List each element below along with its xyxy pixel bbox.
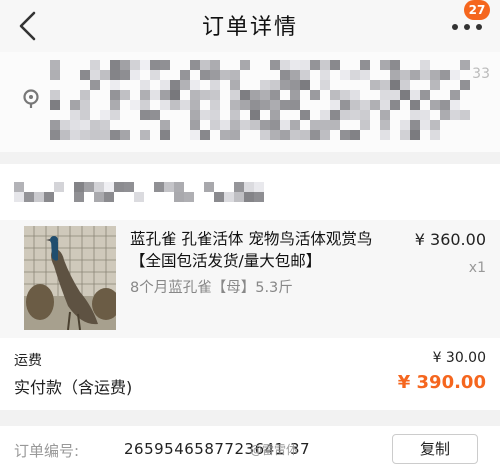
paid-label: 实付款（含运费) (14, 378, 133, 397)
shipping-value: ¥ 30.00 (432, 350, 486, 366)
watermark: @雷雷体 (250, 443, 299, 457)
page-title: 订单详情 (201, 15, 298, 40)
section-gap (0, 410, 500, 426)
product-name: 蓝孔雀 孔雀活体 宠物鸟活体观赏鸟【全国包活发货/量大包邮】 (130, 230, 373, 270)
totals-section: 运费 ¥ 30.00 实付款（含运费) ¥ 390.00 (0, 338, 500, 410)
section-gap (0, 152, 500, 164)
more-dots-icon (452, 24, 458, 30)
location-pin-icon (23, 89, 39, 108)
address-redacted (50, 60, 470, 146)
copy-button[interactable]: 复制 (392, 434, 478, 464)
address-card[interactable]: 33 (0, 52, 500, 152)
product-item[interactable]: 蓝孔雀 孔雀活体 宠物鸟活体观赏鸟【全国包活发货/量大包邮】 8个月蓝孔雀【母】… (0, 220, 500, 338)
order-number-label: 订单编号: (14, 442, 80, 460)
address-visible-digits: 33 (472, 66, 490, 82)
more-button[interactable] (452, 22, 482, 32)
product-quantity: x1 (468, 260, 486, 276)
paid-value: ¥ 390.00 (397, 372, 486, 393)
shop-header[interactable] (0, 164, 500, 220)
product-sku: 8个月蓝孔雀【母】5.3斤 (130, 280, 293, 296)
top-bar: 订单详情 27 (0, 0, 500, 52)
product-image[interactable] (24, 226, 116, 330)
notification-badge: 27 (464, 0, 490, 20)
shipping-label: 运费 (14, 353, 42, 369)
product-price: ¥ 360.00 (414, 230, 486, 249)
shop-name-redacted (14, 182, 264, 204)
